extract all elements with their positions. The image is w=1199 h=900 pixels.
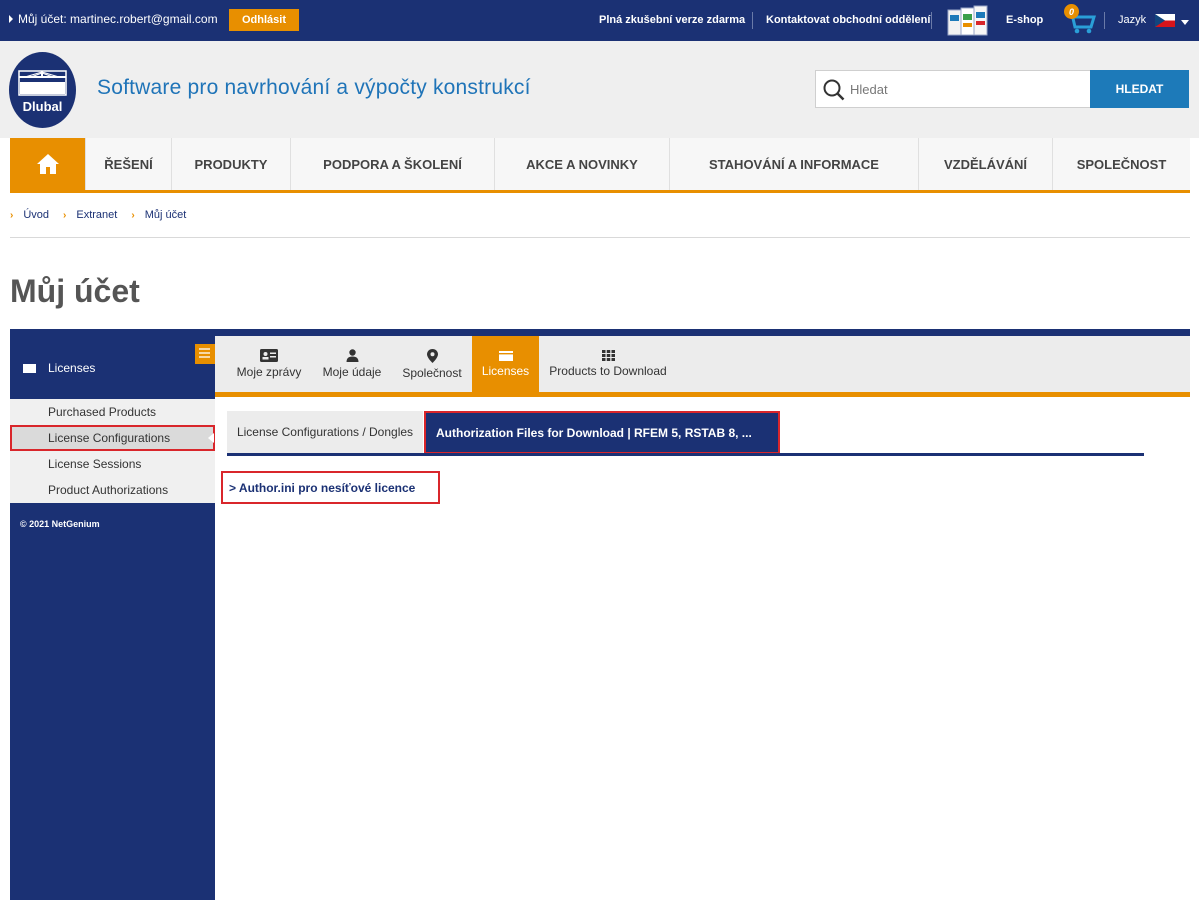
account-link[interactable]: Můj účet: martinec.robert@gmail.com	[9, 12, 218, 26]
sidebar: Licenses Purchased Products License Conf…	[10, 336, 215, 900]
sidebar-menu: Purchased Products License Configuration…	[10, 399, 215, 503]
nav-item-stahovani[interactable]: STAHOVÁNÍ A INFORMACE	[669, 138, 918, 190]
search-button[interactable]: HLEDAT	[1090, 70, 1189, 108]
breadcrumb-current[interactable]: Můj účet	[145, 209, 187, 221]
nav-item-vzdelavani[interactable]: VZDĚLÁVÁNÍ	[918, 138, 1052, 190]
sidebar-item-license-sessions[interactable]: License Sessions	[10, 451, 215, 477]
page-title: Můj účet	[10, 273, 140, 309]
divider	[227, 453, 1144, 456]
tab-moje-udaje[interactable]: Moje údaje	[314, 336, 390, 392]
licenses-icon	[23, 363, 36, 373]
product-boxes-icon[interactable]	[947, 5, 989, 37]
search-icon	[823, 79, 845, 101]
sidebar-heading-label: Licenses	[48, 361, 96, 375]
contact-sales-link[interactable]: Kontaktovat obchodní oddělení	[766, 14, 930, 26]
tab-label: Společnost	[402, 365, 462, 380]
nav-item-podpora[interactable]: PODPORA A ŠKOLENÍ	[290, 138, 494, 190]
search-input[interactable]	[850, 79, 1080, 99]
chevron-right-icon: ›	[10, 209, 14, 221]
site-header: Dlubal Software pro navrhování a výpočty…	[0, 41, 1199, 138]
free-trial-link[interactable]: Plná zkušební verze zdarma	[599, 14, 745, 26]
sidebar-heading[interactable]: Licenses	[10, 344, 215, 392]
search-box	[815, 70, 1091, 108]
tab-products-to-download[interactable]: Products to Download	[546, 336, 670, 392]
tab-spolecnost[interactable]: Společnost	[395, 336, 469, 392]
sidebar-item-purchased-products[interactable]: Purchased Products	[10, 399, 215, 425]
author-ini-link[interactable]: > Author.ini pro nesíťové licence	[221, 471, 440, 504]
logo-text: Dlubal	[22, 99, 63, 114]
breadcrumb-home[interactable]: Úvod	[23, 209, 49, 221]
nav-item-akce[interactable]: AKCE A NOVINKY	[494, 138, 669, 190]
copyright-text: © 2021 NetGenium	[20, 519, 100, 529]
divider	[931, 12, 932, 29]
cart-count-badge: 0	[1064, 4, 1079, 19]
chevron-right-icon: ›	[131, 209, 135, 221]
sidebar-item-license-configurations[interactable]: License Configurations	[10, 425, 215, 451]
subtab-authorization-files[interactable]: Authorization Files for Download | RFEM …	[424, 411, 780, 454]
divider	[1104, 12, 1105, 29]
top-bar: Můj účet: martinec.robert@gmail.com Odhl…	[0, 0, 1199, 41]
home-icon	[36, 154, 59, 174]
tab-label: Moje údaje	[322, 365, 382, 379]
triangle-right-icon	[9, 15, 13, 23]
account-tabs: Moje zprávy Moje údaje Společnost Licens…	[215, 336, 1190, 397]
chevron-down-icon[interactable]	[1181, 20, 1189, 25]
main-navigation: ŘEŠENÍ PRODUKTY PODPORA A ŠKOLENÍ AKCE A…	[10, 138, 1190, 193]
subtab-license-configurations[interactable]: License Configurations / Dongles	[227, 411, 423, 453]
licenses-icon	[498, 350, 513, 361]
tab-label: Moje zprávy	[236, 365, 302, 379]
person-icon	[346, 349, 358, 362]
id-card-icon	[260, 349, 278, 362]
tab-label: Products to Download	[549, 364, 667, 378]
sidebar-item-product-authorizations[interactable]: Product Authorizations	[10, 477, 215, 503]
tab-moje-zpravy[interactable]: Moje zprávy	[228, 336, 310, 392]
logout-button[interactable]: Odhlásit	[229, 9, 299, 31]
tab-label: Licenses	[481, 363, 530, 378]
site-tagline: Software pro navrhování a výpočty konstr…	[97, 76, 531, 99]
language-label[interactable]: Jazyk	[1118, 14, 1146, 26]
grid-icon	[601, 350, 615, 361]
chevron-right-icon: ›	[63, 209, 67, 221]
divider	[752, 12, 753, 29]
breadcrumb: › Úvod › Extranet › Můj účet	[10, 209, 200, 221]
dlubal-logo[interactable]: Dlubal	[9, 52, 76, 128]
map-pin-icon	[426, 348, 438, 363]
breadcrumb-extranet[interactable]: Extranet	[76, 209, 117, 221]
eshop-link[interactable]: E-shop	[1006, 14, 1043, 26]
collapse-sidebar-icon[interactable]	[195, 344, 215, 364]
nav-item-produkty[interactable]: PRODUKTY	[171, 138, 290, 190]
divider	[10, 237, 1190, 238]
czech-flag-icon[interactable]	[1155, 14, 1175, 27]
tab-licenses[interactable]: Licenses	[472, 336, 539, 392]
nav-item-reseni[interactable]: ŘEŠENÍ	[85, 138, 171, 190]
divider	[10, 329, 1190, 336]
account-label: Můj účet: martinec.robert@gmail.com	[18, 12, 218, 26]
nav-home[interactable]	[10, 138, 85, 190]
nav-item-spolecnost[interactable]: SPOLEČNOST	[1052, 138, 1190, 190]
bridge-logo-icon	[18, 70, 67, 96]
